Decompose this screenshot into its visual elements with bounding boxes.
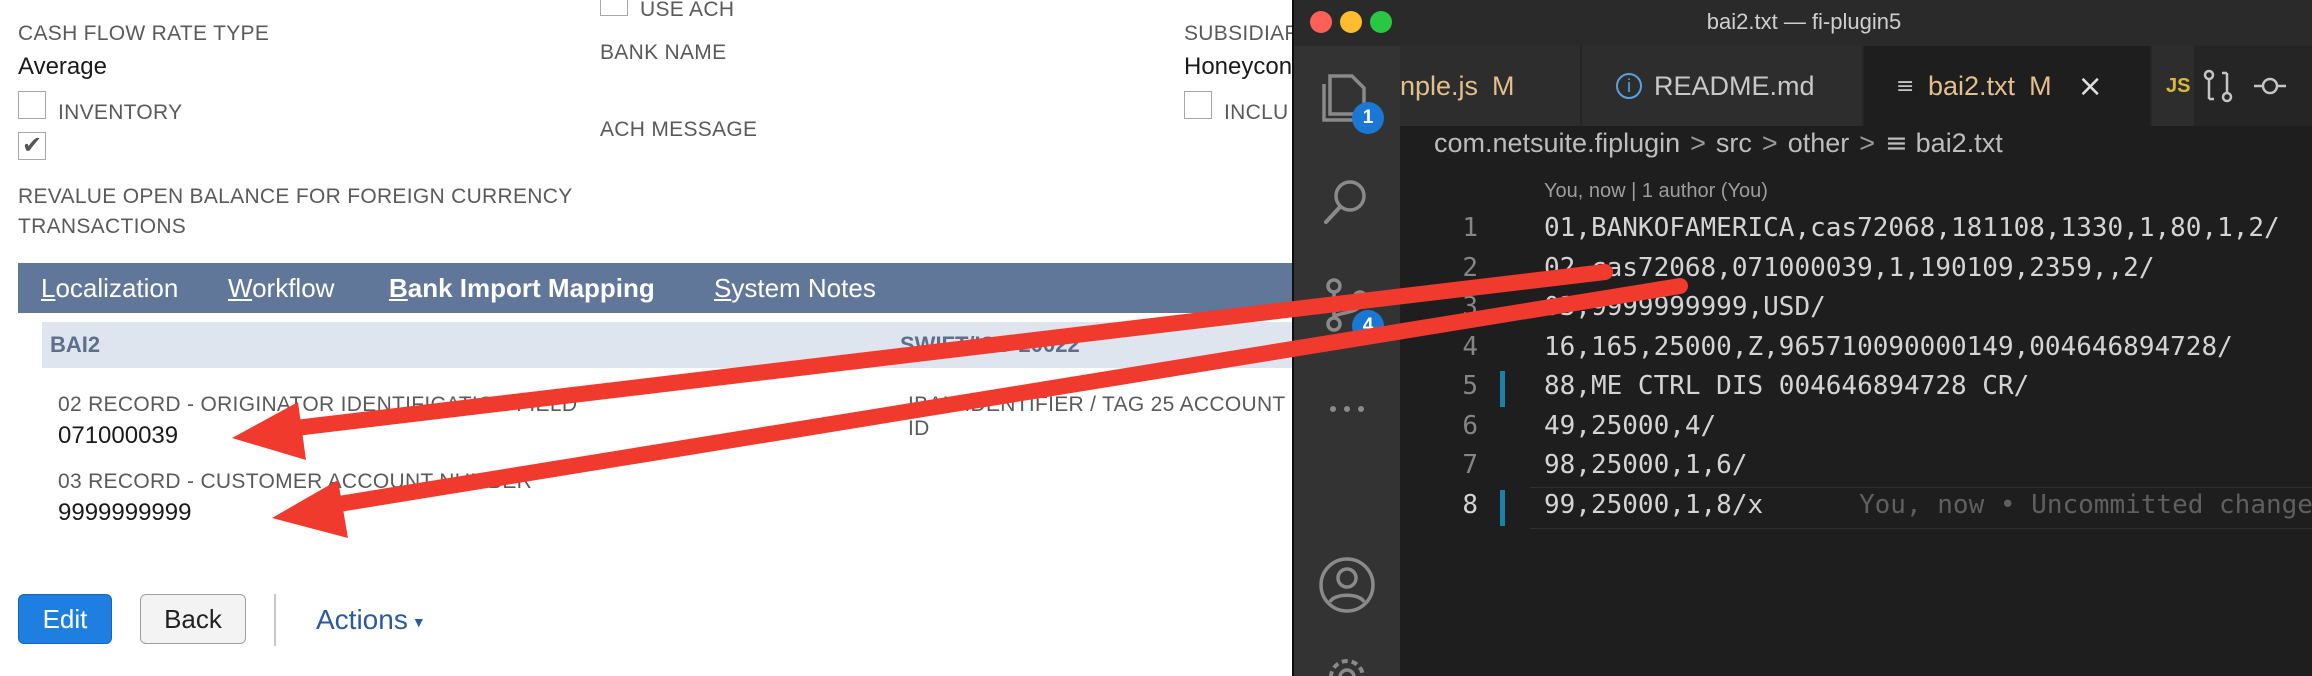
tab-workflow[interactable]: Workflow: [228, 273, 334, 304]
code-line[interactable]: 6 49,25000,4/: [1294, 411, 2312, 451]
info-icon: i: [1616, 73, 1642, 99]
compare-changes-icon: [2203, 69, 2233, 103]
breadcrumb-item[interactable]: com.netsuite.fiplugin: [1434, 128, 1680, 158]
inventory-label: INVENTORY: [58, 101, 183, 124]
line-number: 8: [1462, 490, 1478, 520]
revalue-label-line1: REVALUE OPEN BALANCE FOR FOREIGN CURRENC…: [18, 185, 573, 208]
code-text[interactable]: 99,25000,1,8/x: [1544, 490, 1763, 520]
breadcrumb: com.netsuite.fiplugin > src > other > ≡ bai2.tx…: [1434, 128, 2003, 159]
tab-bank-import-mapping[interactable]: Bank Import Mapping: [389, 273, 655, 304]
window-title: bai2.txt — fi-plugin5: [1706, 9, 1902, 34]
ach-message-label: ACH MESSAGE: [600, 118, 758, 141]
line-number: 3: [1462, 292, 1478, 322]
line-number: 7: [1462, 450, 1478, 480]
codelens-blame[interactable]: You, now | 1 author (You): [1544, 180, 1768, 203]
code-line[interactable]: 5 88,ME CTRL DIS 004646894728 CR/: [1294, 371, 2312, 411]
customer-account-label: 03 RECORD - CUSTOMER ACCOUNT NUMBER: [58, 470, 533, 493]
mapping-column-header: BAI2 SWIFT/ISO 20022: [42, 322, 1300, 368]
code-text[interactable]: 03,9999999999,USD/: [1544, 292, 1826, 322]
breadcrumb-item[interactable]: other: [1788, 128, 1850, 158]
include-label: INCLU: [1224, 101, 1289, 124]
cash-flow-rate-type-label: CASH FLOW RATE TYPE: [18, 22, 270, 45]
cash-flow-rate-type-value: Average: [18, 53, 107, 80]
customer-account-value: 9999999999: [58, 499, 192, 526]
netsuite-record-panel: CASH FLOW RATE TYPE Average INVENTORY RE…: [0, 0, 1300, 676]
chevron-right-icon: >: [1761, 128, 1778, 158]
actions-menu[interactable]: Actions ▼: [316, 604, 426, 636]
inline-blame-annotation: You, now • Uncommitted change: [1859, 490, 2312, 520]
explorer-icon[interactable]: 1: [1316, 66, 1384, 134]
code-text[interactable]: 88,ME CTRL DIS 004646894728 CR/: [1544, 371, 2029, 401]
window-titlebar: bai2.txt — fi-plugin5: [1294, 0, 2312, 46]
open-timeline-icon: [2254, 77, 2286, 95]
use-ach-checkbox[interactable]: [600, 0, 628, 16]
close-tab-icon[interactable]: ×: [2078, 69, 2103, 104]
revalue-checkbox[interactable]: [18, 131, 46, 160]
tab-localization[interactable]: Localization: [41, 273, 178, 304]
code-line[interactable]: 8 99,25000,1,8/x You, now • Uncommitted ch…: [1294, 490, 2312, 530]
subtab-bar: Localization Workflow Bank Import Mappin…: [18, 263, 1300, 313]
originator-id-label: 02 RECORD - ORIGINATOR IDENTIFICATION FI…: [58, 393, 578, 416]
use-ach-label: USE ACH: [640, 0, 735, 21]
revalue-label-line2: TRANSACTIONS: [18, 215, 187, 238]
include-checkbox[interactable]: [1184, 91, 1212, 119]
modified-gutter-marker: [1500, 371, 1505, 407]
code-text[interactable]: 49,25000,4/: [1544, 411, 1716, 441]
code-line[interactable]: 7 98,25000,1,6/: [1294, 450, 2312, 490]
vscode-window: bai2.txt — fi-plugin5 1 4 nple.js M i REA…: [1292, 0, 2312, 676]
line-number: 4: [1462, 332, 1478, 362]
caret-down-icon: ▼: [411, 613, 426, 630]
editor-tab-strip: nple.js M i README.md ≡ bai2.txt M × JS: [1400, 46, 2312, 126]
back-button[interactable]: Back: [140, 594, 246, 644]
text-file-icon: ≡: [1896, 73, 1915, 99]
iban-identifier-label: IBAN IDENTIFIER / TAG 25 ACCOUNT ID: [908, 393, 1286, 440]
edit-button[interactable]: Edit: [18, 594, 112, 644]
code-line[interactable]: 2 02,cas72068,071000039,1,190109,2359,,2/: [1294, 253, 2312, 293]
code-line[interactable]: 4 16,165,25000,Z,965710090000149,00464689…: [1294, 332, 2312, 372]
tab-readme[interactable]: i README.md: [1582, 46, 1862, 126]
line-number: 1: [1462, 213, 1478, 243]
tab-bai2-txt[interactable]: ≡ bai2.txt M ×: [1864, 46, 2150, 126]
tab-system-notes[interactable]: System Notes: [714, 273, 876, 304]
code-text[interactable]: 01,BANKOFAMERICA,cas72068,181108,1330,1,…: [1544, 213, 2280, 243]
editor-toolbar: [2194, 46, 2312, 126]
code-text[interactable]: 16,165,25000,Z,965710090000149,004646894…: [1544, 332, 2233, 362]
code-text[interactable]: 02,cas72068,071000039,1,190109,2359,,2/: [1544, 253, 2154, 283]
text-file-icon: ≡: [1885, 128, 1908, 159]
chevron-right-icon: >: [1859, 128, 1876, 158]
tab-sample-js[interactable]: nple.js M: [1400, 46, 1580, 126]
breadcrumb-item[interactable]: bai2.txt: [1916, 128, 2003, 158]
bai2-column-heading: BAI2: [50, 332, 101, 357]
subsidiary-value: Honeycon: [1184, 53, 1293, 80]
account-icon[interactable]: [1316, 554, 1378, 616]
code-line[interactable]: 3 03,9999999999,USD/: [1294, 292, 2312, 332]
swift-column-heading: SWIFT/ISO 20022: [900, 332, 1080, 357]
bank-name-label: BANK NAME: [600, 41, 727, 64]
line-number: 6: [1462, 411, 1478, 441]
settings-gear-icon[interactable]: [1316, 646, 1378, 676]
button-separator: [274, 594, 276, 646]
code-line[interactable]: 1 01,BANKOFAMERICA,cas72068,181108,1330,1…: [1294, 213, 2312, 253]
originator-id-value: 071000039: [58, 422, 179, 449]
inventory-checkbox[interactable]: [18, 91, 46, 119]
chevron-right-icon: >: [1690, 128, 1706, 158]
code-text[interactable]: 98,25000,1,6/: [1544, 450, 1748, 480]
breadcrumb-item[interactable]: src: [1716, 128, 1752, 158]
subsidiary-label: SUBSIDIAR: [1184, 22, 1300, 45]
line-number: 2: [1462, 253, 1478, 283]
line-number: 5: [1462, 371, 1478, 401]
explorer-badge: 1: [1352, 102, 1384, 134]
modified-gutter-marker: [1500, 490, 1505, 526]
